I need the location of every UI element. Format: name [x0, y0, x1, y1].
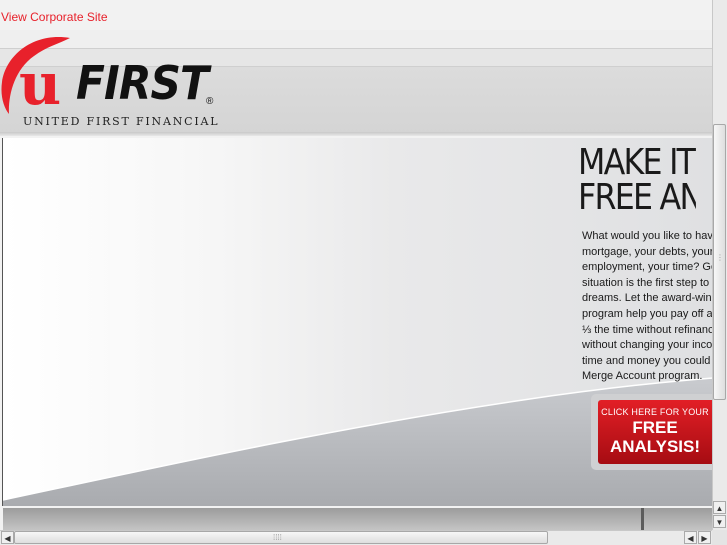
footer-divider	[641, 508, 644, 530]
body-line: ⅓ the time without refinanc	[582, 323, 712, 336]
thumb-grip-icon: ⋮⋮	[716, 253, 727, 262]
registered-mark: ®	[206, 96, 214, 107]
logo-tagline: UNITED FIRST FINANCIAL	[23, 115, 220, 128]
body-line: employment, your time? Ge	[582, 261, 712, 274]
cta-free-text: FREE	[632, 418, 678, 437]
free-analysis-button[interactable]: CLICK HERE FOR YOUR FREE ANALYSIS!	[591, 394, 712, 470]
ufirst-logo[interactable]: u FIRST ® UNITED FIRST FINANCIAL	[0, 36, 226, 130]
scroll-left-arrow-icon[interactable]: ◀	[684, 531, 697, 544]
hero-body-text: What would you like to hav mortgage, you…	[582, 229, 712, 385]
body-line: Merge Account program.	[582, 370, 703, 383]
vertical-scroll-thumb[interactable]: ⋮⋮	[713, 124, 727, 400]
body-line: dreams. Let the award-win	[582, 292, 712, 305]
body-line: program help you pay off a	[582, 307, 712, 320]
scroll-right-arrow-icon[interactable]: ▶	[698, 531, 711, 544]
scroll-left-arrow-icon[interactable]: ◀	[1, 531, 14, 544]
body-line: mortgage, your debts, your	[582, 245, 712, 258]
scroll-up-arrow-icon[interactable]: ▲	[713, 501, 726, 514]
body-line: What would you like to hav	[582, 230, 712, 242]
horizontal-scroll-thumb[interactable]: ⁞⁞⁞⁞	[14, 531, 548, 544]
headline-line-1: MAKE IT	[578, 145, 696, 183]
view-corporate-site-link[interactable]: View Corporate Site	[1, 10, 108, 24]
body-line: time and money you could	[582, 354, 711, 367]
scroll-down-arrow-icon[interactable]: ▼	[713, 515, 726, 528]
logo-wordmark: FIRST	[76, 56, 209, 110]
logo-letter-u: u	[19, 50, 61, 118]
hero-headline: MAKE IT FREE AN	[578, 145, 696, 215]
body-line: without changing your inco	[582, 339, 712, 352]
headline-line-2: FREE AN	[578, 177, 696, 216]
body-line: situation is the first step to a	[582, 276, 712, 289]
scrollbar-corner	[712, 530, 727, 545]
footer-strip	[3, 508, 712, 530]
free-analysis-button-face[interactable]: CLICK HERE FOR YOUR FREE ANALYSIS!	[598, 400, 712, 464]
cta-analysis-text: ANALYSIS!	[609, 437, 701, 456]
thumb-grip-icon: ⁞⁞⁞⁞	[273, 533, 282, 542]
cta-small-text: CLICK HERE FOR YOUR	[601, 407, 709, 417]
header-separator	[0, 132, 712, 136]
